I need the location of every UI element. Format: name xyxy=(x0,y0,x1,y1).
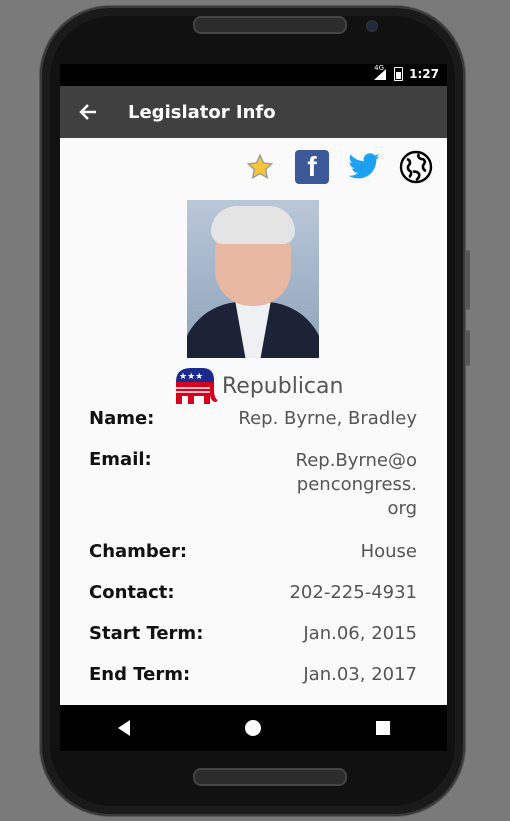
name-label: Name: xyxy=(89,408,155,429)
end-term-row: End Term: Jan.03, 2017 xyxy=(89,664,417,685)
end-term-value: Jan.03, 2017 xyxy=(303,664,417,685)
party-label: Republican xyxy=(222,373,344,399)
network-type: 4G xyxy=(374,64,385,72)
back-arrow-icon[interactable] xyxy=(60,86,116,138)
legislator-details: f ★★★ Republican Name: Rep. Byrne, Bradl… xyxy=(60,138,447,705)
email-value[interactable]: Rep.Byrne@opencongress.org xyxy=(292,449,418,521)
name-row: Name: Rep. Byrne, Bradley xyxy=(89,408,417,429)
contact-label: Contact: xyxy=(89,582,175,603)
info-rows: Name: Rep. Byrne, Bradley Email: Rep.Byr… xyxy=(89,408,417,705)
status-bar: 4G 1:27 xyxy=(60,64,447,86)
name-value: Rep. Byrne, Bradley xyxy=(238,408,417,429)
nav-back-icon[interactable] xyxy=(117,720,130,736)
front-camera xyxy=(366,20,378,32)
end-term-label: End Term: xyxy=(89,664,191,685)
status-time: 1:27 xyxy=(409,67,439,81)
top-speaker xyxy=(193,16,347,34)
action-icons: f xyxy=(243,150,433,184)
legislator-photo xyxy=(187,200,319,358)
twitter-icon[interactable] xyxy=(347,150,381,184)
nav-recents-icon[interactable] xyxy=(375,721,390,735)
volume-button[interactable] xyxy=(466,330,470,366)
chamber-row: Chamber: House xyxy=(89,541,417,562)
signal-icon: 4G xyxy=(374,64,388,80)
power-button[interactable] xyxy=(466,250,470,310)
navigation-bar xyxy=(60,705,447,751)
contact-value[interactable]: 202-225-4931 xyxy=(289,582,417,603)
globe-icon[interactable] xyxy=(399,150,433,184)
star-icon[interactable] xyxy=(243,150,277,184)
party-affiliation: ★★★ Republican xyxy=(172,366,343,406)
battery-icon xyxy=(394,67,404,81)
photo-hair xyxy=(211,206,295,244)
start-term-row: Start Term: Jan.06, 2015 xyxy=(89,623,417,644)
contact-row: Contact: 202-225-4931 xyxy=(89,582,417,603)
bottom-speaker xyxy=(193,768,347,786)
svg-text:★★★: ★★★ xyxy=(179,372,203,382)
republican-elephant-icon: ★★★ xyxy=(176,368,218,404)
chamber-value: House xyxy=(360,541,417,562)
chamber-label: Chamber: xyxy=(89,541,188,562)
email-label: Email: xyxy=(89,449,152,470)
app-bar: Legislator Info xyxy=(60,86,447,138)
screen: 4G 1:27 Legislator Info f ★★★ Republican… xyxy=(60,64,447,751)
facebook-icon[interactable]: f xyxy=(295,150,329,184)
page-title: Legislator Info xyxy=(128,101,276,123)
nav-home-icon[interactable] xyxy=(244,720,261,736)
email-row: Email: Rep.Byrne@opencongress.org xyxy=(89,449,417,521)
start-term-value: Jan.06, 2015 xyxy=(303,623,417,644)
start-term-label: Start Term: xyxy=(89,623,204,644)
